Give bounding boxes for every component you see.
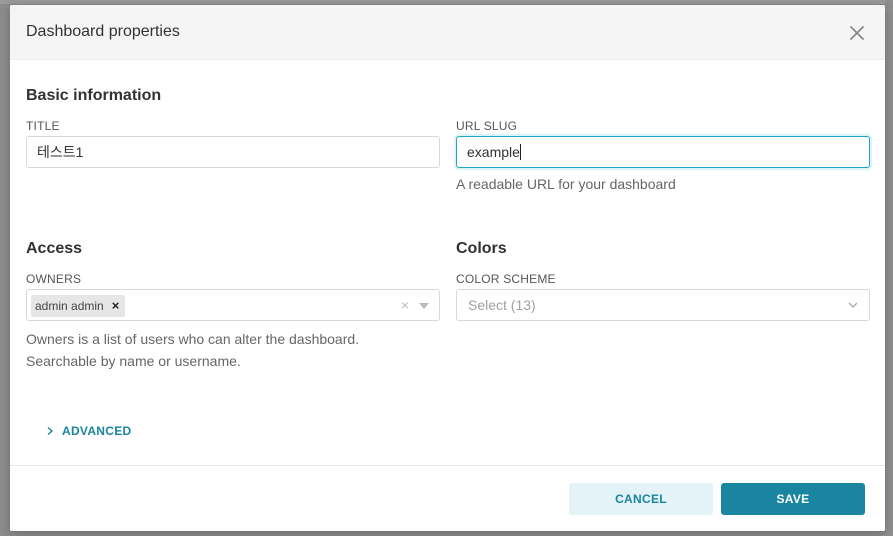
- remove-owner-icon[interactable]: ×: [112, 295, 120, 317]
- colors-heading: Colors: [456, 240, 507, 257]
- chevron-right-icon: [46, 426, 54, 436]
- owners-select[interactable]: admin admin × ×: [26, 289, 440, 321]
- url-slug-help: A readable URL for your dashboard: [456, 176, 676, 192]
- modal-body: Basic information TITLE 테스트1 URL SLUG ex…: [10, 60, 885, 465]
- modal-header: Dashboard properties: [10, 5, 885, 60]
- owners-help-line2: Searchable by name or username.: [26, 353, 241, 369]
- owners-label: OWNERS: [26, 272, 82, 286]
- modal-title: Dashboard properties: [26, 23, 180, 40]
- owners-help-line1: Owners is a list of users who can alter …: [26, 331, 360, 347]
- cancel-button[interactable]: CANCEL: [569, 483, 713, 515]
- background-top-strip: [0, 0, 893, 4]
- color-scheme-placeholder: Select (13): [468, 297, 536, 313]
- url-slug-input-value: example: [467, 144, 520, 160]
- advanced-toggle[interactable]: ADVANCED: [46, 424, 132, 438]
- clear-selection-icon[interactable]: ×: [401, 297, 409, 313]
- advanced-label: ADVANCED: [62, 424, 132, 438]
- dashboard-properties-modal: Dashboard properties Basic information T…: [10, 5, 885, 531]
- title-input[interactable]: 테스트1: [26, 136, 440, 168]
- access-heading: Access: [26, 240, 83, 257]
- basic-information-heading: Basic information: [26, 87, 162, 104]
- chevron-down-icon: [847, 299, 859, 311]
- url-slug-input[interactable]: example: [456, 136, 870, 168]
- url-slug-label: URL SLUG: [456, 119, 518, 133]
- title-input-value: 테스트1: [37, 144, 84, 160]
- title-label: TITLE: [26, 119, 60, 133]
- color-scheme-select[interactable]: Select (13): [456, 289, 870, 321]
- background-right-column: [885, 0, 893, 536]
- modal-footer: CANCEL SAVE: [10, 465, 885, 531]
- owner-tag: admin admin ×: [31, 295, 126, 317]
- owner-tag-label: admin admin: [35, 299, 104, 313]
- dropdown-arrow-icon[interactable]: [419, 303, 429, 309]
- close-icon: [847, 23, 867, 43]
- text-caret: [519, 144, 521, 161]
- color-scheme-label: COLOR SCHEME: [456, 272, 556, 286]
- save-button[interactable]: SAVE: [721, 483, 865, 515]
- close-button[interactable]: [847, 23, 867, 43]
